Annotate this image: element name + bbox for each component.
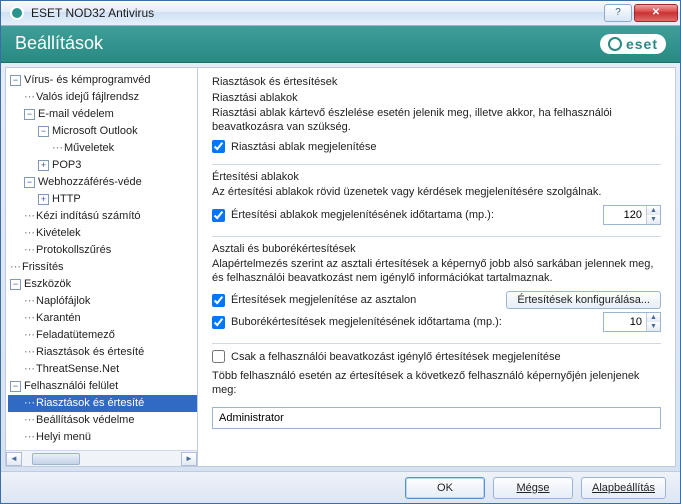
input-user[interactable] [212, 407, 661, 429]
group-desktop-title: Asztali és buborékértesítések [212, 243, 661, 255]
titlebar: ESET NOD32 Antivirus ? ✕ [1, 1, 680, 26]
tree-item-kezi[interactable]: ⋯Kézi indítású számító [8, 208, 197, 225]
banner-title: Beállítások [15, 33, 103, 54]
tree-item-http[interactable]: +HTTP [8, 191, 197, 208]
checkbox-notif-duration-row[interactable]: Értesítési ablakok megjelenítésének időt… [212, 209, 494, 222]
scroll-right-icon[interactable]: ► [181, 452, 197, 466]
spin-up-icon[interactable]: ▲ [647, 206, 660, 215]
group-alert-desc: Riasztási ablak kártevő észlelése esetén… [212, 106, 661, 134]
app-icon [9, 5, 25, 21]
close-button[interactable]: ✕ [634, 4, 678, 22]
header-banner: Beállítások eset [1, 26, 680, 63]
tree-item-muveletek[interactable]: ⋯Műveletek [8, 140, 197, 157]
eset-logo: eset [600, 34, 666, 54]
checkbox-only-interaction-row[interactable]: Csak a felhasználói beavatkozást igénylő… [212, 350, 661, 363]
tree-item-karanten[interactable]: ⋯Karantén [8, 310, 197, 327]
tree-item-eszkozok[interactable]: −Eszközök [8, 276, 197, 293]
tree-item-outlook[interactable]: −Microsoft Outlook [8, 123, 197, 140]
tree-item-ui[interactable]: −Felhasználói felület [8, 378, 197, 395]
tree-item-feladat[interactable]: ⋯Feladatütemező [8, 327, 197, 344]
input-notif-duration[interactable] [604, 206, 646, 224]
cancel-button[interactable]: Mégse [493, 477, 573, 499]
ok-button[interactable]: OK [405, 477, 485, 499]
help-button[interactable]: ? [604, 4, 632, 22]
spinner-notif-duration[interactable]: ▲▼ [603, 205, 661, 225]
checkbox-balloon-duration-row[interactable]: Buborékértesítések megjelenítésének időt… [212, 316, 502, 329]
checkbox-desktop-notif-label: Értesítések megjelenítése az asztalon [231, 294, 416, 306]
checkbox-notif-duration[interactable] [212, 209, 225, 222]
tree-item-protokoll[interactable]: ⋯Protokollszűrés [8, 242, 197, 259]
tree-item-threatsense[interactable]: ⋯ThreatSense.Net [8, 361, 197, 378]
default-button[interactable]: Alapbeállítás [581, 477, 666, 499]
tree-item-email[interactable]: −E-mail védelem [8, 106, 197, 123]
tree-item-frissites[interactable]: ⋯Frissítés [8, 259, 197, 276]
tree-item-helyi-menu[interactable]: ⋯Helyi menü [8, 429, 197, 446]
input-balloon-duration[interactable] [604, 313, 646, 331]
tree-item-virus[interactable]: −Vírus- és kémprogramvéd [8, 72, 197, 89]
group-notif-desc: Az értesítési ablakok rövid üzenetek vag… [212, 185, 661, 199]
spin-up-icon[interactable]: ▲ [647, 313, 660, 322]
page-title: Riasztások és értesítések [212, 76, 661, 88]
group-desktop-desc: Alapértelmezés szerint az asztali értesí… [212, 257, 661, 285]
logo-ring-icon [608, 37, 622, 51]
group-notif-title: Értesítési ablakok [212, 171, 661, 183]
content-panel: Riasztások és értesítések Riasztási abla… [198, 68, 675, 466]
checkbox-desktop-notif-row[interactable]: Értesítések megjelenítése az asztalon [212, 294, 416, 307]
window-title: ESET NOD32 Antivirus [31, 6, 154, 20]
settings-tree[interactable]: −Vírus- és kémprogramvéd ⋯Valós idejű fá… [6, 68, 197, 450]
checkbox-alert-window-row[interactable]: Riasztási ablak megjelenítése [212, 140, 661, 153]
spin-down-icon[interactable]: ▼ [647, 215, 660, 224]
checkbox-desktop-notif[interactable] [212, 294, 225, 307]
tree-item-beallitasok-vedelme[interactable]: ⋯Beállítások védelme [8, 412, 197, 429]
checkbox-only-interaction-label: Csak a felhasználói beavatkozást igénylő… [231, 351, 561, 363]
checkbox-notif-duration-label: Értesítési ablakok megjelenítésének időt… [231, 209, 494, 221]
scroll-left-icon[interactable]: ◄ [6, 452, 22, 466]
scroll-thumb[interactable] [32, 453, 80, 465]
dialog-footer: OK Mégse Alapbeállítás [1, 471, 680, 503]
tree-item-pop3[interactable]: +POP3 [8, 157, 197, 174]
tree-item-riasztasok[interactable]: ⋯Riasztások és értesíté [8, 344, 197, 361]
tree-horizontal-scrollbar[interactable]: ◄ ► [6, 450, 197, 466]
tree-item-riasztasok-ui[interactable]: ⋯Riasztások és értesíté [8, 395, 197, 412]
checkbox-balloon-duration[interactable] [212, 316, 225, 329]
tree-item-web[interactable]: −Webhozzáférés-véde [8, 174, 197, 191]
checkbox-only-interaction[interactable] [212, 350, 225, 363]
checkbox-balloon-duration-label: Buborékértesítések megjelenítésének időt… [231, 316, 502, 328]
tree-panel: −Vírus- és kémprogramvéd ⋯Valós idejű fá… [6, 68, 198, 466]
group-alert-title: Riasztási ablakok [212, 92, 661, 104]
button-configure-notifications[interactable]: Értesítések konfigurálása... [506, 291, 661, 309]
tree-item-naplo[interactable]: ⋯Naplófájlok [8, 293, 197, 310]
tree-item-realtime[interactable]: ⋯Valós idejű fájlrendsz [8, 89, 197, 106]
spin-down-icon[interactable]: ▼ [647, 322, 660, 331]
checkbox-alert-window[interactable] [212, 140, 225, 153]
tree-item-kivetelek[interactable]: ⋯Kivételek [8, 225, 197, 242]
multi-user-desc: Több felhasználó esetén az értesítések a… [212, 369, 661, 397]
checkbox-alert-window-label: Riasztási ablak megjelenítése [231, 141, 377, 153]
spinner-balloon-duration[interactable]: ▲▼ [603, 312, 661, 332]
logo-text: eset [626, 36, 658, 52]
